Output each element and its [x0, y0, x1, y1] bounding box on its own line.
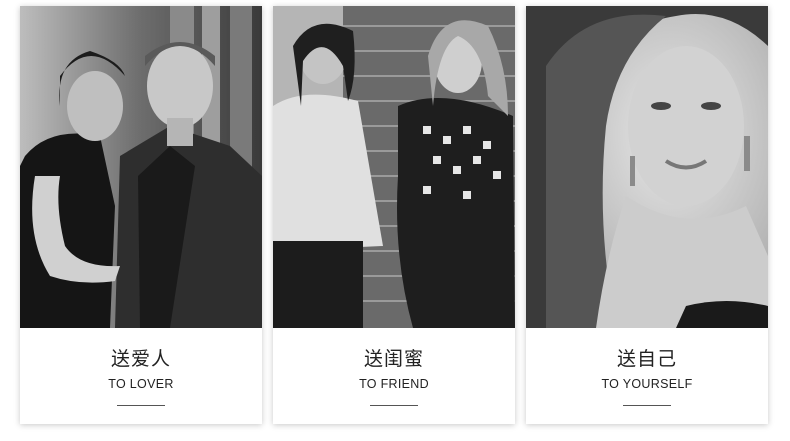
gift-card-friend[interactable]: 送闺蜜 TO FRIEND — [273, 6, 515, 424]
gift-card-lover[interactable]: 送爱人 TO LOVER — [20, 6, 262, 424]
divider-line — [117, 405, 165, 406]
divider-line — [623, 405, 671, 406]
gift-card-title-cn: 送闺蜜 — [363, 348, 424, 370]
gift-card-caption: 送闺蜜 TO FRIEND — [273, 328, 515, 424]
gift-card-caption: 送爱人 TO LOVER — [20, 328, 262, 424]
couple-photo-icon — [20, 6, 262, 328]
gift-card-title-cn: 送自己 — [616, 348, 677, 370]
gift-card-caption: 送自己 TO YOURSELF — [526, 328, 768, 424]
gift-card-title-en: TO YOURSELF — [601, 377, 693, 391]
gift-category-grid: 送爱人 TO LOVER 送闺蜜 TO FRIEND 送自己 TO YOURSE… — [20, 6, 770, 426]
friends-photo-icon — [273, 6, 515, 328]
gift-card-yourself[interactable]: 送自己 TO YOURSELF — [526, 6, 768, 424]
gift-card-title-en: TO LOVER — [108, 377, 174, 391]
gift-card-title-en: TO FRIEND — [359, 377, 429, 391]
divider-line — [370, 405, 418, 406]
woman-portrait-photo-icon — [526, 6, 768, 328]
gift-card-title-cn: 送爱人 — [110, 348, 171, 370]
